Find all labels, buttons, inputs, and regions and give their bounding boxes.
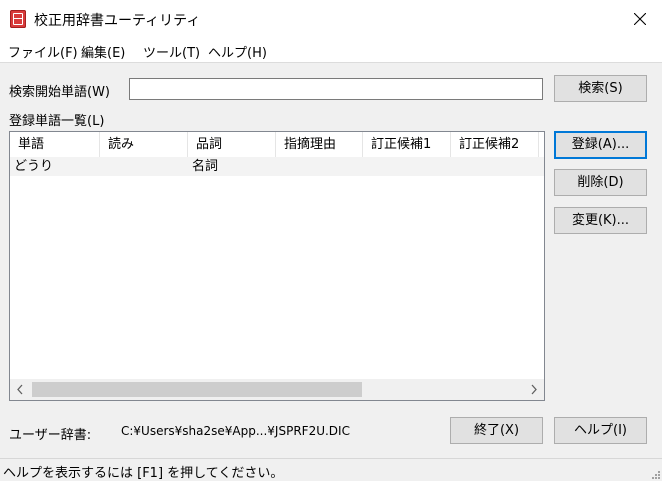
search-input[interactable]: [129, 78, 543, 100]
word-list-label: 登録単語一覧(L): [9, 114, 105, 129]
cell-word: どうり: [14, 159, 54, 174]
column-header-candidate2[interactable]: 訂正候補2: [451, 132, 539, 157]
cell-candidate1: [363, 157, 367, 176]
column-header-reason[interactable]: 指摘理由: [276, 132, 363, 157]
help-button[interactable]: ヘルプ(I): [554, 417, 647, 444]
column-header-part-of-speech[interactable]: 品詞: [188, 132, 276, 157]
column-header-word[interactable]: 単語: [10, 132, 100, 157]
menu-edit[interactable]: 編集(E): [81, 42, 125, 61]
delete-button[interactable]: 削除(D): [554, 169, 647, 196]
menu-help[interactable]: ヘルプ(H): [208, 42, 267, 61]
search-label: 検索開始単語(W): [9, 85, 110, 100]
user-dictionary-path: C:¥Users¥sha2se¥App...¥JSPRF2U.DIC: [121, 424, 350, 438]
menu-bar: ファイル(F) 編集(E) ツール(T) ヘルプ(H): [0, 38, 662, 63]
chevron-right-icon: [531, 384, 537, 395]
scrollbar-thumb[interactable]: [32, 382, 362, 397]
column-header-reading[interactable]: 読み: [100, 132, 188, 157]
menu-tools[interactable]: ツール(T): [143, 42, 200, 61]
cell-reading: [100, 157, 104, 176]
close-button[interactable]: [618, 0, 662, 38]
chevron-left-icon: [17, 384, 23, 395]
cell-part-of-speech: 名詞: [192, 159, 219, 174]
resize-grip-icon[interactable]: [650, 469, 660, 479]
horizontal-scrollbar[interactable]: [10, 379, 544, 400]
title-bar: 校正用辞書ユーティリティ: [0, 0, 662, 38]
scroll-right-button[interactable]: [524, 379, 544, 400]
status-bar: ヘルプを表示するには [F1] を押してください。: [0, 458, 662, 481]
user-dictionary-label: ユーザー辞書:: [9, 428, 92, 443]
change-button[interactable]: 変更(K)...: [554, 207, 647, 234]
table-row[interactable]: どうり 名詞: [10, 157, 544, 176]
cell-candidate2: [451, 157, 455, 176]
register-button[interactable]: 登録(A)...: [554, 131, 647, 159]
status-text: ヘルプを表示するには [F1] を押してください。: [3, 466, 284, 481]
search-button[interactable]: 検索(S): [554, 75, 647, 102]
window-title: 校正用辞書ユーティリティ: [34, 13, 201, 29]
word-list[interactable]: 単語 読み 品詞 指摘理由 訂正候補1 訂正候補2 どうり 名詞: [9, 131, 545, 401]
exit-button[interactable]: 終了(X): [450, 417, 543, 444]
column-header-filler: [539, 132, 544, 157]
menu-file[interactable]: ファイル(F): [8, 42, 78, 61]
dictionary-app-icon: [10, 10, 26, 28]
cell-reason: [276, 157, 280, 176]
column-header-candidate1[interactable]: 訂正候補1: [363, 132, 451, 157]
scroll-left-button[interactable]: [10, 379, 30, 400]
close-icon: [634, 13, 646, 25]
